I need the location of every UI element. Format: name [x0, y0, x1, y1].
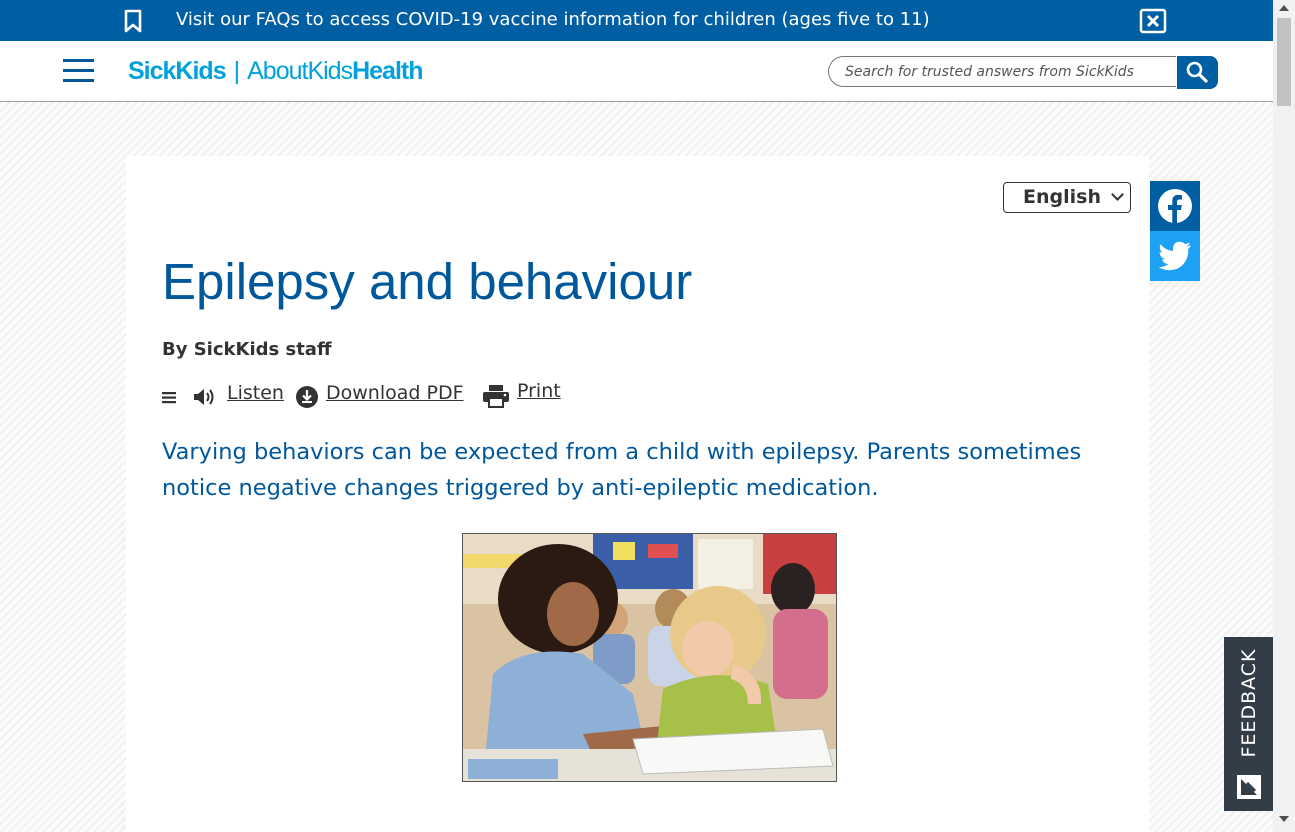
- scrollbar-thumb[interactable]: [1277, 18, 1291, 106]
- feedback-tab[interactable]: FEEDBACK: [1224, 637, 1274, 811]
- print-link[interactable]: Print: [517, 380, 561, 402]
- search-input[interactable]: [828, 56, 1176, 87]
- social-share: [1150, 181, 1200, 281]
- feedback-icon: [1237, 775, 1261, 799]
- facebook-icon: [1158, 189, 1192, 223]
- teacher-helping-student-photo: [462, 533, 837, 782]
- twitter-icon: [1158, 241, 1191, 271]
- article-byline: By SickKids staff: [162, 339, 332, 360]
- close-box-icon[interactable]: [1139, 8, 1167, 34]
- chevron-down-icon: [1111, 188, 1124, 201]
- bookmark-icon: [124, 9, 142, 33]
- speaker-icon[interactable]: [192, 387, 216, 407]
- scroll-down-arrow-icon[interactable]: [1279, 816, 1289, 822]
- search-icon: [1186, 61, 1208, 83]
- hamburger-menu-icon[interactable]: [63, 59, 94, 83]
- announcement-banner: Visit our FAQs to access COVID-19 vaccin…: [0, 0, 1273, 41]
- list-icon[interactable]: [162, 392, 176, 404]
- printer-icon[interactable]: [482, 383, 510, 409]
- feedback-label: FEEDBACK: [1238, 648, 1260, 758]
- article-card: English Epilepsy and behaviour By SickKi…: [126, 156, 1149, 832]
- language-select[interactable]: English: [1003, 182, 1131, 213]
- download-pdf-link[interactable]: Download PDF: [326, 382, 464, 404]
- search-button[interactable]: [1177, 56, 1218, 89]
- scroll-up-arrow-icon[interactable]: [1279, 5, 1289, 11]
- banner-link[interactable]: Visit our FAQs to access COVID-19 vaccin…: [176, 9, 930, 31]
- page-scrollbar[interactable]: [1273, 0, 1295, 832]
- facebook-share-button[interactable]: [1150, 181, 1200, 231]
- download-icon[interactable]: [295, 385, 319, 409]
- site-logo[interactable]: SickKids | AboutKidsHealth: [128, 57, 423, 87]
- twitter-share-button[interactable]: [1150, 231, 1200, 281]
- article-lead: Varying behaviors can be expected from a…: [162, 439, 1082, 501]
- listen-link[interactable]: Listen: [227, 382, 284, 404]
- site-header: SickKids | AboutKidsHealth: [0, 41, 1273, 102]
- page-title: Epilepsy and behaviour: [162, 253, 693, 310]
